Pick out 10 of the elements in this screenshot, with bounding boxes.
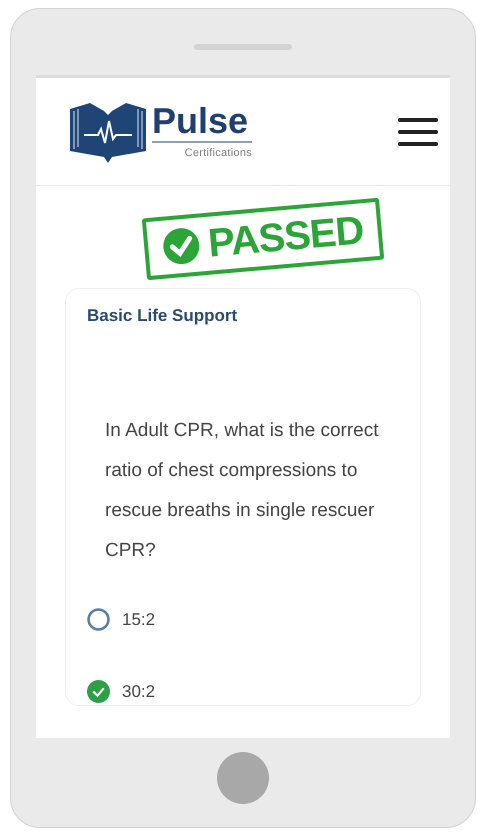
option-label: 15:2 [122,608,156,631]
logo-title: Pulse [152,101,252,144]
question-text: In Adult CPR, what is the correct ratio of chest compressions to rescue breaths in single rescuer CPR? [104,418,380,562]
stamp-text: PASSED [206,210,366,264]
logo-subtitle: Certifications [184,146,252,162]
answer-option[interactable]: 15:2 [87,606,399,632]
category-title: Basic Life Support [87,305,238,327]
answer-option[interactable]: 30:2 [87,678,399,704]
check-circle-icon [160,226,202,267]
option-label: 30:2 [122,680,156,703]
